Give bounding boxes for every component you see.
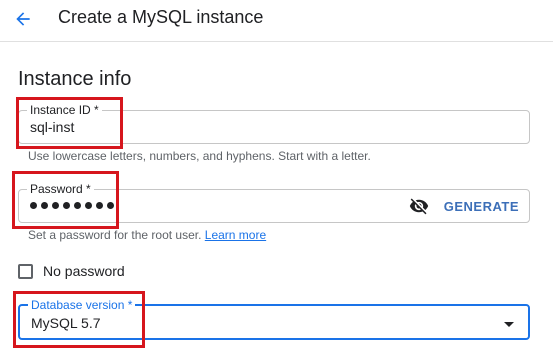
password-field[interactable]: Password * GENERATE	[18, 182, 530, 223]
database-version-value: MySQL 5.7	[31, 315, 101, 331]
page-title: Create a MySQL instance	[58, 7, 264, 27]
no-password-checkbox[interactable]	[18, 263, 33, 279]
arrow-back-icon	[16, 12, 30, 26]
password-helper: Set a password for the root user. Learn …	[28, 228, 266, 242]
instance-id-label: Instance ID *	[27, 103, 102, 117]
generate-password-button[interactable]: GENERATE	[444, 193, 519, 219]
visibility-off-icon	[409, 198, 429, 215]
password-helper-text: Set a password for the root user.	[28, 228, 202, 242]
password-masked-value	[30, 202, 116, 209]
page-header: Create a MySQL instance	[0, 0, 553, 42]
no-password-label: No password	[43, 263, 125, 279]
instance-id-field[interactable]: Instance ID * sql-inst	[18, 103, 530, 144]
instance-id-helper: Use lowercase letters, numbers, and hyph…	[28, 149, 371, 163]
section-title: Instance info	[18, 68, 132, 90]
instance-id-value: sql-inst	[30, 119, 75, 135]
database-version-select[interactable]: Database version * MySQL 5.7	[18, 298, 530, 340]
toggle-visibility-button[interactable]	[407, 194, 431, 218]
learn-more-link[interactable]: Learn more	[205, 228, 266, 242]
no-password-option[interactable]: No password	[18, 263, 125, 279]
password-label: Password *	[27, 182, 94, 196]
chevron-down-icon	[504, 322, 514, 327]
back-button[interactable]	[8, 4, 38, 34]
database-version-label: Database version *	[28, 298, 136, 312]
